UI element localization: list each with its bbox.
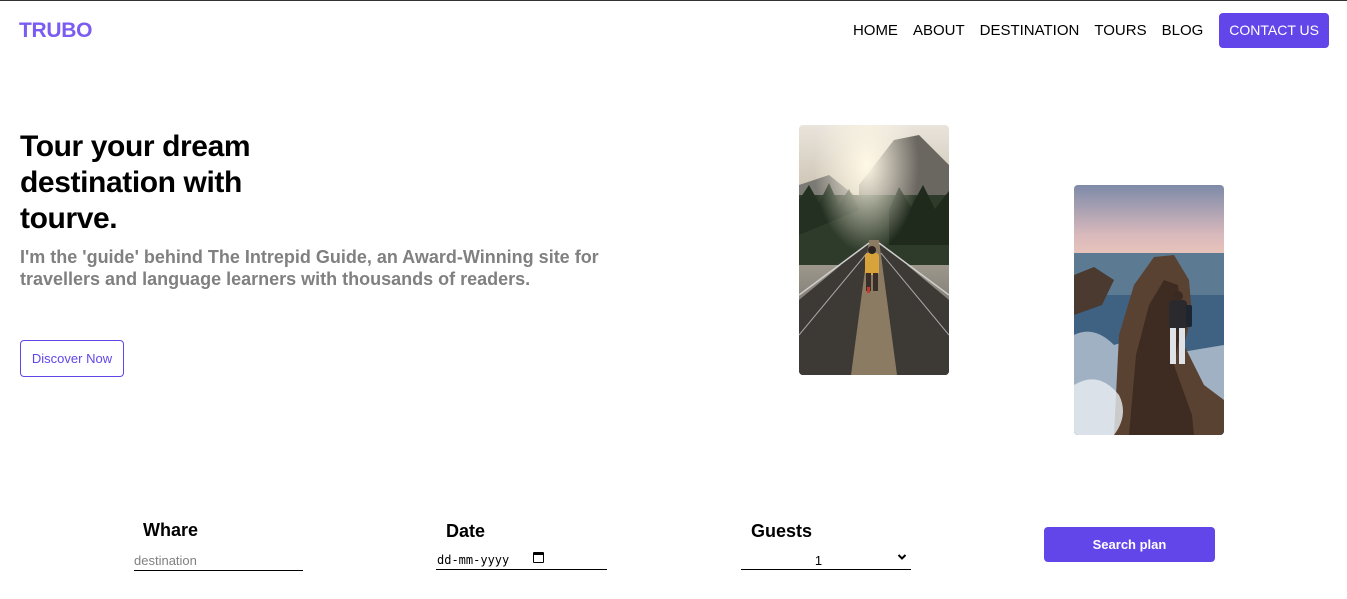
- nav-item-home[interactable]: HOME: [853, 22, 898, 39]
- nav-item-about[interactable]: ABOUT: [913, 22, 965, 39]
- guests-value: 1: [814, 553, 823, 568]
- guests-select[interactable]: 1: [741, 550, 911, 570]
- nav-item-blog[interactable]: BLOG: [1162, 22, 1204, 39]
- guests-label: Guests: [751, 521, 813, 541]
- hero-photo-coast: [1074, 185, 1224, 435]
- nav-item-tours[interactable]: TOURS: [1094, 22, 1146, 39]
- date-placeholder: dd-mm-yyyy: [437, 553, 510, 567]
- top-border: [0, 0, 1347, 1]
- hero-photo-bridge: [799, 125, 949, 375]
- date-input[interactable]: dd-mm-yyyy: [436, 550, 607, 570]
- site-logo[interactable]: TRUBO: [19, 19, 92, 43]
- hero-title: Tour your dream destination with tourve.: [20, 130, 251, 235]
- nav-item-destination[interactable]: DESTINATION: [980, 22, 1080, 39]
- destination-placeholder: destination: [134, 553, 197, 568]
- contact-us-button[interactable]: CONTACT US: [1219, 13, 1329, 48]
- search-plan-button[interactable]: Search plan: [1044, 527, 1215, 562]
- where-label: Whare: [143, 520, 199, 540]
- discover-now-button[interactable]: Discover Now: [20, 340, 124, 377]
- calendar-icon[interactable]: [533, 552, 544, 563]
- hero-subtitle: I'm the 'guide' behind The Intrepid Guid…: [20, 247, 599, 289]
- date-label: Date: [446, 521, 486, 541]
- chevron-down-icon[interactable]: [897, 551, 907, 565]
- destination-input[interactable]: destination: [134, 551, 303, 571]
- main-nav: HOME ABOUT DESTINATION TOURS BLOG CONTAC…: [853, 13, 1329, 48]
